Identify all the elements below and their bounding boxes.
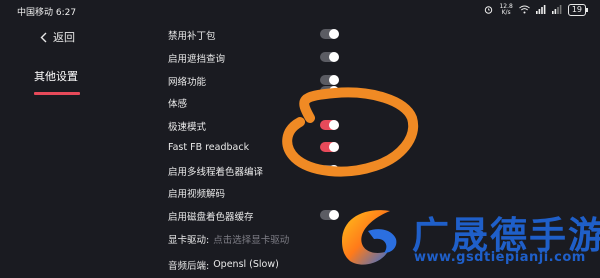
setting-row-multithread-shader: 启用多线程着色器编译: [168, 159, 358, 182]
setting-label: 极速模式: [168, 121, 207, 133]
toggle-knob: [329, 75, 339, 85]
sidebar: 返回 其他设置: [0, 20, 150, 278]
toggle-switch[interactable]: [320, 52, 339, 62]
signal-icon-2: [551, 4, 562, 16]
watermark-logo-icon: [342, 210, 397, 265]
status-icons: 12.8 K/s 19: [484, 4, 589, 16]
battery-icon: 19: [567, 4, 589, 16]
net-speed-unit: K/s: [501, 9, 511, 16]
setting-label: 启用磁盘着色器缓存: [168, 211, 254, 223]
toggle-knob: [329, 142, 339, 152]
sidebar-item-other-settings[interactable]: 其他设置: [34, 68, 78, 84]
status-bar: 中国移动 6:27 12.8 K/s 19: [0, 0, 600, 20]
chevron-left-icon: [40, 32, 47, 42]
setting-label: 网络功能: [168, 76, 207, 88]
carrier-time: 中国移动 6:27: [17, 8, 77, 18]
active-tab-indicator: [34, 92, 80, 95]
audio-backend-value: Opensl (Slow): [213, 259, 279, 270]
toggle-switch[interactable]: [320, 165, 339, 175]
back-button[interactable]: 返回: [40, 29, 75, 45]
toggle-switch[interactable]: [320, 29, 339, 39]
toggle-switch[interactable]: [320, 120, 339, 130]
setting-label: Fast FB readback: [168, 142, 250, 153]
gpu-driver-placeholder: 点击选择显卡驱动: [213, 234, 290, 246]
toggle-switch[interactable]: [320, 86, 339, 96]
setting-row-fast-fb-readback: Fast FB readback: [168, 136, 358, 159]
setting-label: 启用多线程着色器编译: [168, 166, 264, 178]
setting-label: 启用视频解码: [168, 188, 226, 200]
toggle-knob: [329, 120, 339, 130]
setting-label: 体感: [168, 98, 188, 110]
toggle-switch[interactable]: [320, 142, 339, 152]
setting-row-occlusion-query: 启用遮挡查询: [168, 46, 358, 69]
toggle-knob: [329, 29, 339, 39]
back-label: 返回: [53, 31, 75, 44]
setting-row-disable-patch: 禁用补丁包: [168, 23, 358, 46]
toggle-knob: [329, 52, 339, 62]
signal-icon: [535, 4, 546, 16]
setting-row-video-decode: 启用视频解码: [168, 181, 358, 204]
alarm-icon: [484, 5, 493, 16]
toggle-knob: [329, 165, 339, 175]
toggle-switch[interactable]: [320, 75, 339, 85]
net-speed: 12.8 K/s: [499, 4, 512, 16]
setting-label: 显卡驱动:: [168, 234, 210, 246]
setting-row-motion: 体感: [168, 86, 358, 114]
setting-row-audio-backend[interactable]: 音频后端: Opensl (Slow): [168, 253, 358, 276]
wifi-icon: [519, 5, 530, 16]
setting-label: 禁用补丁包: [168, 30, 216, 42]
setting-row-turbo: 极速模式: [168, 114, 358, 137]
toggle-knob: [329, 86, 339, 96]
watermark-url: www.gsdtiepianji.com: [414, 250, 586, 265]
setting-row-gpu-driver[interactable]: 显卡驱动: 点击选择显卡驱动: [168, 227, 358, 250]
setting-row-disk-shader-cache: 启用磁盘着色器缓存: [168, 204, 358, 227]
setting-label: 启用遮挡查询: [168, 53, 226, 65]
setting-label: 音频后端:: [168, 260, 210, 272]
